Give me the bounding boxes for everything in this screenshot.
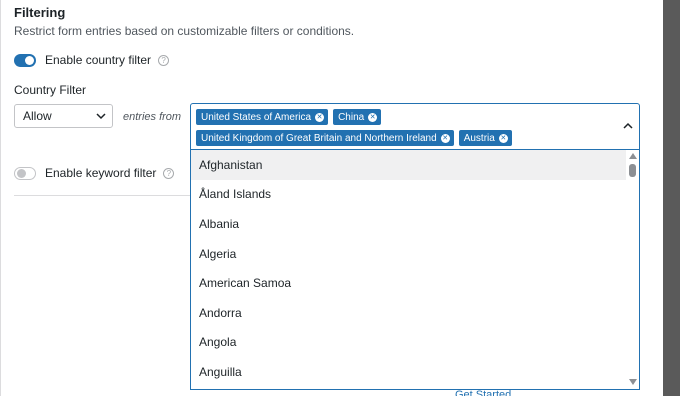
country-option[interactable]: Åland Islands: [191, 180, 639, 210]
toggle-knob: [25, 55, 34, 65]
filter-mode-select[interactable]: Allow: [14, 104, 113, 128]
country-multiselect[interactable]: United States of America ✕ China ✕ United …: [190, 103, 640, 150]
selected-tag: China ✕: [333, 109, 382, 125]
tag-label: United States of America: [201, 111, 312, 123]
scroll-up-arrow-icon[interactable]: [629, 153, 637, 159]
section-subtitle: Restrict form entries based on customiza…: [14, 24, 355, 38]
country-option[interactable]: American Samoa: [191, 268, 639, 298]
help-icon[interactable]: ?: [163, 167, 175, 179]
selected-tag: Austria ✕: [458, 130, 512, 146]
entries-from-text: entries from: [123, 111, 182, 123]
country-option[interactable]: Algeria: [191, 239, 639, 269]
tag-label: United Kingdom of Great Britain and Nort…: [201, 132, 437, 144]
country-filter-field-label: Country Filter: [14, 83, 87, 97]
chevron-up-icon[interactable]: [623, 120, 633, 132]
remove-tag-icon[interactable]: ✕: [315, 112, 325, 122]
dropdown-scrollbar[interactable]: [626, 150, 639, 389]
country-option[interactable]: Anguilla: [191, 357, 639, 387]
country-dropdown-list: Afghanistan Åland Islands Albania Algeri…: [190, 150, 640, 390]
scroll-thumb[interactable]: [629, 164, 636, 177]
remove-tag-icon[interactable]: ✕: [440, 133, 450, 143]
remove-tag-icon[interactable]: ✕: [498, 133, 508, 143]
country-filter-row: Enable country filter ?: [14, 53, 170, 67]
country-option[interactable]: Albania: [191, 209, 639, 239]
country-option[interactable]: Afghanistan: [191, 150, 639, 180]
keyword-filter-row: Enable keyword filter ?: [14, 166, 175, 180]
window-scrollbar[interactable]: [663, 0, 680, 396]
chevron-down-icon: [96, 109, 106, 123]
country-filter-label: Enable country filter: [45, 53, 152, 67]
country-option[interactable]: Angola: [191, 328, 639, 358]
toggle-knob: [17, 168, 26, 178]
country-filter-toggle[interactable]: [14, 53, 36, 67]
tag-label: Austria: [463, 132, 495, 144]
get-started-link[interactable]: Get Started: [455, 388, 511, 396]
tag-label: China: [338, 111, 365, 123]
selected-tags: United States of America ✕ China ✕ United …: [196, 109, 616, 146]
help-icon[interactable]: ?: [158, 54, 170, 66]
keyword-filter-label: Enable keyword filter: [45, 166, 157, 180]
scroll-down-arrow-icon[interactable]: [629, 379, 637, 385]
selected-tag: United Kingdom of Great Britain and Nort…: [196, 130, 454, 146]
divider: [14, 195, 190, 196]
remove-tag-icon[interactable]: ✕: [368, 112, 378, 122]
selected-tag: United States of America ✕: [196, 109, 329, 125]
country-option[interactable]: Andorra: [191, 298, 639, 328]
section-title: Filtering: [14, 5, 66, 20]
filter-mode-value: Allow: [23, 109, 52, 123]
left-border: [0, 0, 1, 396]
keyword-filter-toggle[interactable]: [14, 166, 36, 180]
